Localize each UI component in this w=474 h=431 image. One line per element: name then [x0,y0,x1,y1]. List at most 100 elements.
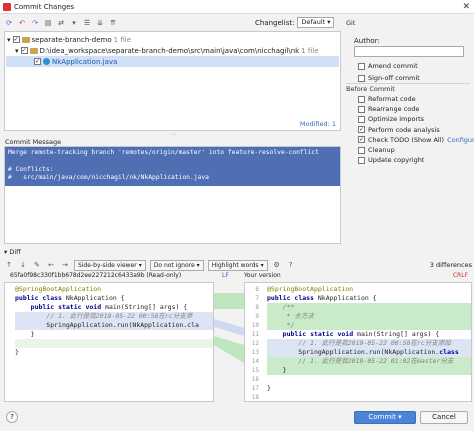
next-difference-icon[interactable]: ↓ [18,260,28,270]
path-checkbox[interactable]: ✓ [20,47,28,54]
left-diff-pane[interactable]: @SpringBootApplication public class NkApp… [4,282,214,402]
code-line: // 1. 此行是我2019-05-22 01:02在master分支 [267,357,471,366]
modified-count: Modified: 1 [299,120,336,128]
line-number: 17 [251,385,259,392]
help-icon[interactable]: ? [286,260,296,270]
path-count: 1 file [301,46,319,55]
chevron-down-icon[interactable]: ▾ [4,248,7,256]
line-number: 16 [251,376,259,383]
option-label: Optimize imports [368,115,425,124]
chevron-down-icon[interactable]: ▾ [15,47,19,55]
changelist-dropdown[interactable]: Default ▾ [297,17,335,28]
chevron-down-icon[interactable]: ▾ [398,413,402,421]
code-text: @SpringBootApplication [267,285,354,293]
code-text: } [267,384,271,392]
folder-icon [21,36,30,43]
more-icon[interactable]: ▾ [69,18,79,28]
diff-icon[interactable]: ▤ [43,18,53,28]
author-label: Author: [354,37,380,45]
commit-message-input[interactable]: Merge remote-tracking branch 'remotes/or… [4,146,341,244]
root-checkbox[interactable]: ✓ [12,36,20,43]
settings-icon[interactable]: ⚙ [272,260,282,270]
git-section-title: Git [346,19,356,27]
forward-icon[interactable]: → [60,260,70,270]
before-commit-title: Before Commit [346,85,395,93]
signoff-commit-option[interactable]: Sign-off commit [358,74,420,82]
undo-icon[interactable]: ↶ [17,18,27,28]
move-icon[interactable]: ⇄ [56,18,66,28]
collapse-icon[interactable]: ⇈ [108,18,118,28]
ignore-dropdown[interactable]: Do not ignore ▾ [149,259,204,271]
window-title: Commit Changes [14,3,75,11]
option-checkbox[interactable] [358,146,365,154]
help-button[interactable]: ? [6,411,18,423]
diff-connector [214,293,244,363]
code-line: */ [267,321,471,330]
changelist-selector: Changelist: Default ▾ [255,17,335,28]
back-icon[interactable]: ← [46,260,56,270]
amend-commit-option[interactable]: Amend commit [358,62,418,70]
refresh-icon[interactable]: ⟳ [4,18,14,28]
option-checkbox[interactable]: ✓ [358,136,365,144]
prev-difference-icon[interactable]: ↑ [4,260,14,270]
code-line [15,339,213,348]
chevron-down-icon: ▾ [327,18,331,26]
before-commit-option[interactable]: Reformat code [358,95,416,103]
before-commit-option[interactable]: ✓Check TODO (Show All)Configure [358,136,474,144]
line-number: 8 [255,304,259,311]
right-diff-pane[interactable]: @SpringBootApplication public class NkApp… [244,282,472,402]
code-line: * 主方法 [267,312,471,321]
tree-file-row[interactable]: ✓ NkApplication.java [6,56,339,67]
chevron-down-icon[interactable]: ▾ [7,36,11,44]
chevron-down-icon: ▾ [196,261,200,269]
expand-icon[interactable]: ⇊ [95,18,105,28]
option-checkbox[interactable] [358,115,365,123]
code-text: } [267,366,287,374]
viewer-dropdown[interactable]: Side-by-side viewer ▾ [74,259,146,271]
before-commit-option[interactable]: Cleanup [358,146,395,154]
option-checkbox[interactable]: ✓ [358,126,365,134]
before-commit-option[interactable]: Update copyright [358,156,424,164]
line-number: 7 [255,295,259,302]
configure-link[interactable]: Configure [447,136,474,144]
highlight-dropdown[interactable]: Highlight words ▾ [207,259,268,271]
right-revision: Your version [244,272,281,279]
before-commit-option[interactable]: Rearrange code [358,105,419,113]
tree-path-row[interactable]: ▾ ✓ D:\idea_workspace\separate-branch-de… [15,45,319,56]
code-text: public static void main(String[] args) { [30,303,188,311]
author-input[interactable] [354,46,464,57]
before-commit-option[interactable]: ✓ Perform code analysis [358,126,440,134]
tree-root-row[interactable]: ▾ ✓ separate-branch-demo 1 file [7,34,131,45]
option-label: Rearrange code [368,105,420,114]
code-line: } [15,348,213,357]
before-commit-option[interactable]: Optimize imports [358,115,424,123]
root-count: 1 file [113,35,132,44]
signoff-checkbox[interactable] [358,74,365,82]
cancel-button[interactable]: Cancel [420,411,468,424]
file-checkbox[interactable]: ✓ [34,58,41,65]
viewer-value: Side-by-side viewer [78,261,137,269]
close-icon[interactable]: ✕ [462,2,470,12]
option-label: Cleanup [368,146,395,154]
commit-label: Commit [368,413,396,421]
code-text: * 主方法 [267,312,314,320]
option-label: Update copyright [368,156,425,165]
code-line: SpringApplication.run(NkApplication.cla [15,321,213,330]
diff-toolbar: ↑ ↓ ✎ ← → Side-by-side viewer ▾ Do not i… [4,259,472,271]
option-label: Check TODO (Show All) [368,135,445,144]
option-checkbox[interactable] [358,105,365,113]
edit-icon[interactable]: ✎ [32,260,42,270]
amend-checkbox[interactable] [358,62,365,70]
highlight-value: Highlight words [211,261,259,269]
redo-icon[interactable]: ↷ [30,18,40,28]
diff-label: Diff [9,248,21,256]
line-number: 13 [251,349,259,356]
diff-info-bar: 65fa0f98c330f1bb678d2ee227212c6433a9b (R… [4,272,472,281]
commit-button[interactable]: Commit ▾ [354,411,416,424]
option-checkbox[interactable] [358,156,365,164]
option-checkbox[interactable] [358,95,365,103]
code-line: // 1. 此行是我2019-05-22 00:58在rc分支添加 [267,339,471,348]
splitter-handle[interactable]: ⋯ [4,131,341,138]
group-icon[interactable]: ☰ [82,18,92,28]
code-line: @SpringBootApplication [15,285,213,294]
